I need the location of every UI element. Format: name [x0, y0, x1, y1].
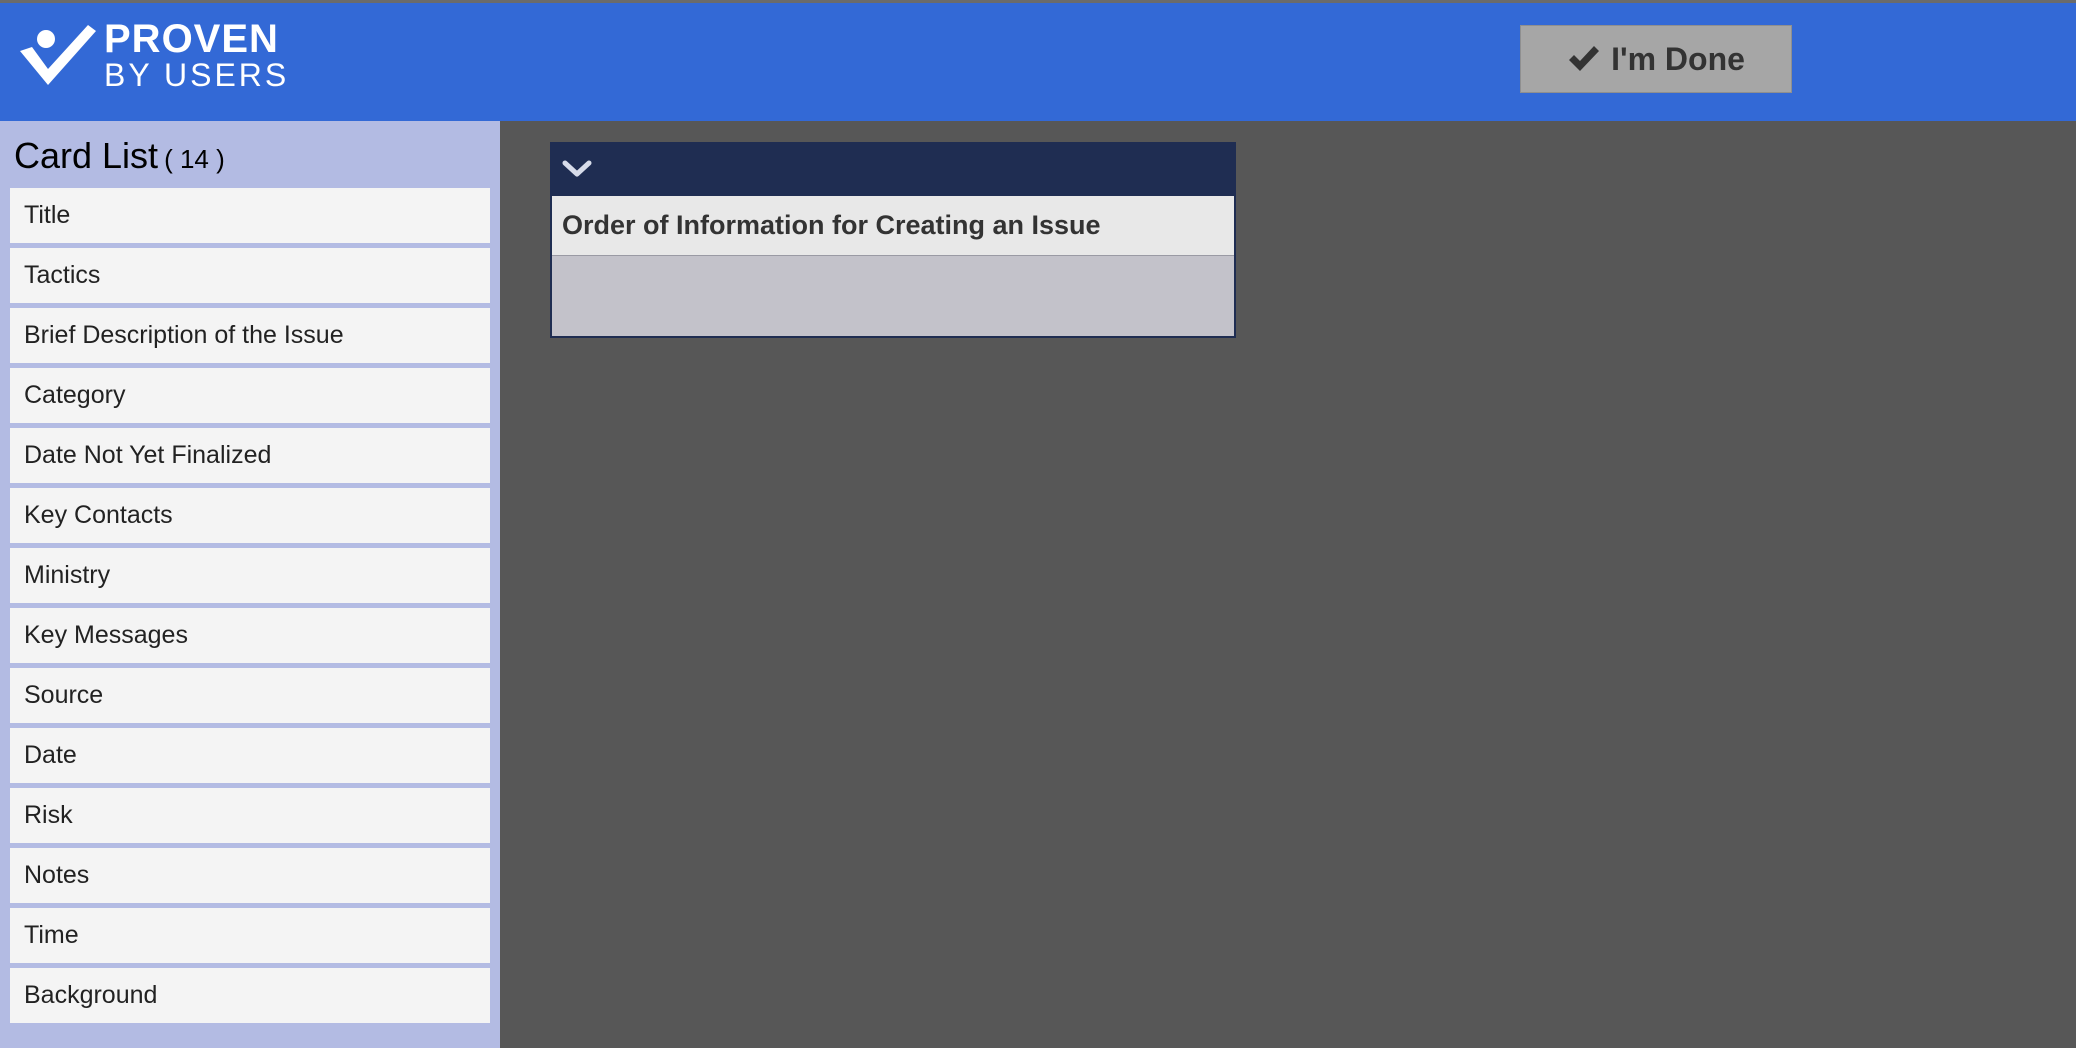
card-label: Key Messages — [24, 621, 188, 649]
card-item-risk[interactable]: Risk — [10, 788, 490, 843]
card-item-tactics[interactable]: Tactics — [10, 248, 490, 303]
card-list: Title Tactics Brief Description of the I… — [10, 188, 490, 1028]
card-label: Risk — [24, 801, 73, 829]
card-label: Source — [24, 681, 104, 709]
card-item-title[interactable]: Title — [10, 188, 490, 243]
card-label: Category — [24, 381, 126, 409]
logo-line1: PROVEN — [104, 17, 279, 61]
category-drop-zone[interactable] — [552, 256, 1234, 336]
card-label: Key Contacts — [24, 501, 173, 529]
logo-check-person-icon — [20, 25, 96, 85]
chevron-down-icon[interactable] — [562, 158, 592, 185]
card-list-title: Card List — [14, 135, 159, 176]
card-label: Title — [24, 201, 71, 229]
card-item-date-not-yet-finalized[interactable]: Date Not Yet Finalized — [10, 428, 490, 483]
card-label: Notes — [24, 861, 90, 889]
card-label: Date — [24, 741, 77, 769]
category-group-header — [552, 144, 1234, 196]
logo-text: PROVEN BY USERS — [104, 19, 289, 91]
category-group: Order of Information for Creating an Iss… — [550, 142, 1236, 338]
card-item-source[interactable]: Source — [10, 668, 490, 723]
card-item-key-messages[interactable]: Key Messages — [10, 608, 490, 663]
logo: PROVEN BY USERS — [18, 19, 298, 91]
card-item-background[interactable]: Background — [10, 968, 490, 1023]
card-label: Ministry — [24, 561, 111, 589]
card-label: Brief Description of the Issue — [24, 321, 344, 349]
card-label: Background — [24, 981, 158, 1009]
card-item-category[interactable]: Category — [10, 368, 490, 423]
app-header: PROVEN BY USERS I'm Done — [0, 3, 2076, 121]
card-label: Tactics — [24, 261, 101, 289]
checkmark-icon — [1567, 44, 1601, 74]
card-item-brief-description[interactable]: Brief Description of the Issue — [10, 308, 490, 363]
card-item-notes[interactable]: Notes — [10, 848, 490, 903]
card-list-sidebar: Card List( 14 ) Title Tactics Brief Desc… — [0, 121, 500, 1048]
im-done-label: I'm Done — [1611, 40, 1745, 77]
card-label: Date Not Yet Finalized — [24, 441, 272, 469]
card-count: ( 14 ) — [164, 144, 225, 174]
card-item-ministry[interactable]: Ministry — [10, 548, 490, 603]
card-list-heading: Card List( 14 ) — [14, 135, 225, 177]
im-done-button[interactable]: I'm Done — [1520, 25, 1792, 93]
logo-line2: BY USERS — [104, 57, 290, 93]
card-item-date[interactable]: Date — [10, 728, 490, 783]
card-item-key-contacts[interactable]: Key Contacts — [10, 488, 490, 543]
category-group-title[interactable]: Order of Information for Creating an Iss… — [552, 196, 1234, 256]
card-label: Time — [24, 921, 79, 949]
sorting-area: Order of Information for Creating an Iss… — [500, 121, 2076, 1048]
card-item-time[interactable]: Time — [10, 908, 490, 963]
